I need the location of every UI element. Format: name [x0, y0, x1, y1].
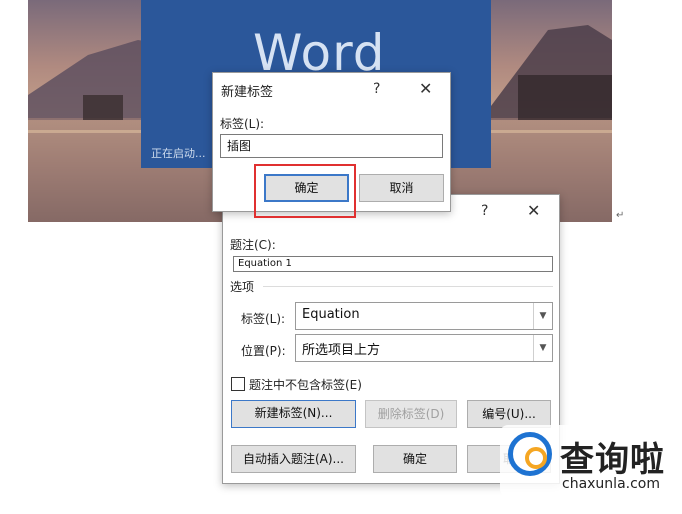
delete-label-button[interactable]: 删除标签(D): [365, 400, 457, 428]
new-label-input[interactable]: 插图: [220, 134, 443, 158]
watermark-url: chaxunla.com: [562, 476, 660, 492]
position-field-label: 位置(P):: [241, 344, 286, 358]
position-select[interactable]: 所选项目上方 ▼: [295, 334, 553, 362]
chevron-down-icon[interactable]: ▼: [533, 303, 552, 329]
dialog-titlebar: 新建标签 ? ✕: [213, 73, 450, 105]
label-field-label: 标签(L):: [241, 312, 286, 326]
paragraph-mark: ↵: [616, 210, 625, 221]
ok-button[interactable]: 确定: [373, 445, 457, 473]
help-icon[interactable]: ?: [373, 81, 380, 97]
position-select-value: 所选项目上方: [302, 343, 381, 358]
numbering-button[interactable]: 编号(U)...: [467, 400, 551, 428]
close-icon[interactable]: ✕: [527, 201, 540, 220]
options-group-label: 选项: [230, 280, 255, 294]
dialog-title: 新建标签: [221, 85, 274, 100]
close-icon[interactable]: ✕: [419, 79, 432, 98]
help-icon[interactable]: ?: [481, 203, 488, 219]
watermark-name: 查询啦: [560, 440, 665, 480]
new-label-button[interactable]: 新建标签(N)...: [231, 400, 356, 428]
label-caption: 标签(L):: [220, 117, 265, 131]
chevron-down-icon[interactable]: ▼: [533, 335, 552, 361]
highlight-box: [254, 164, 356, 218]
exclude-label-checkbox[interactable]: [231, 377, 245, 391]
caption-input[interactable]: Equation 1: [233, 256, 553, 272]
splash-status-text: 正在启动...: [151, 147, 206, 160]
caption-field-label: 题注(C):: [230, 238, 276, 252]
label-select[interactable]: Equation ▼: [295, 302, 553, 330]
label-select-value: Equation: [302, 307, 360, 322]
cancel-button[interactable]: 取消: [359, 174, 444, 202]
autocaption-button[interactable]: 自动插入题注(A)...: [231, 445, 356, 473]
watermark-logo-icon: [508, 432, 552, 476]
exclude-label-text: 题注中不包含标签(E): [249, 378, 362, 392]
options-divider: [263, 286, 553, 287]
